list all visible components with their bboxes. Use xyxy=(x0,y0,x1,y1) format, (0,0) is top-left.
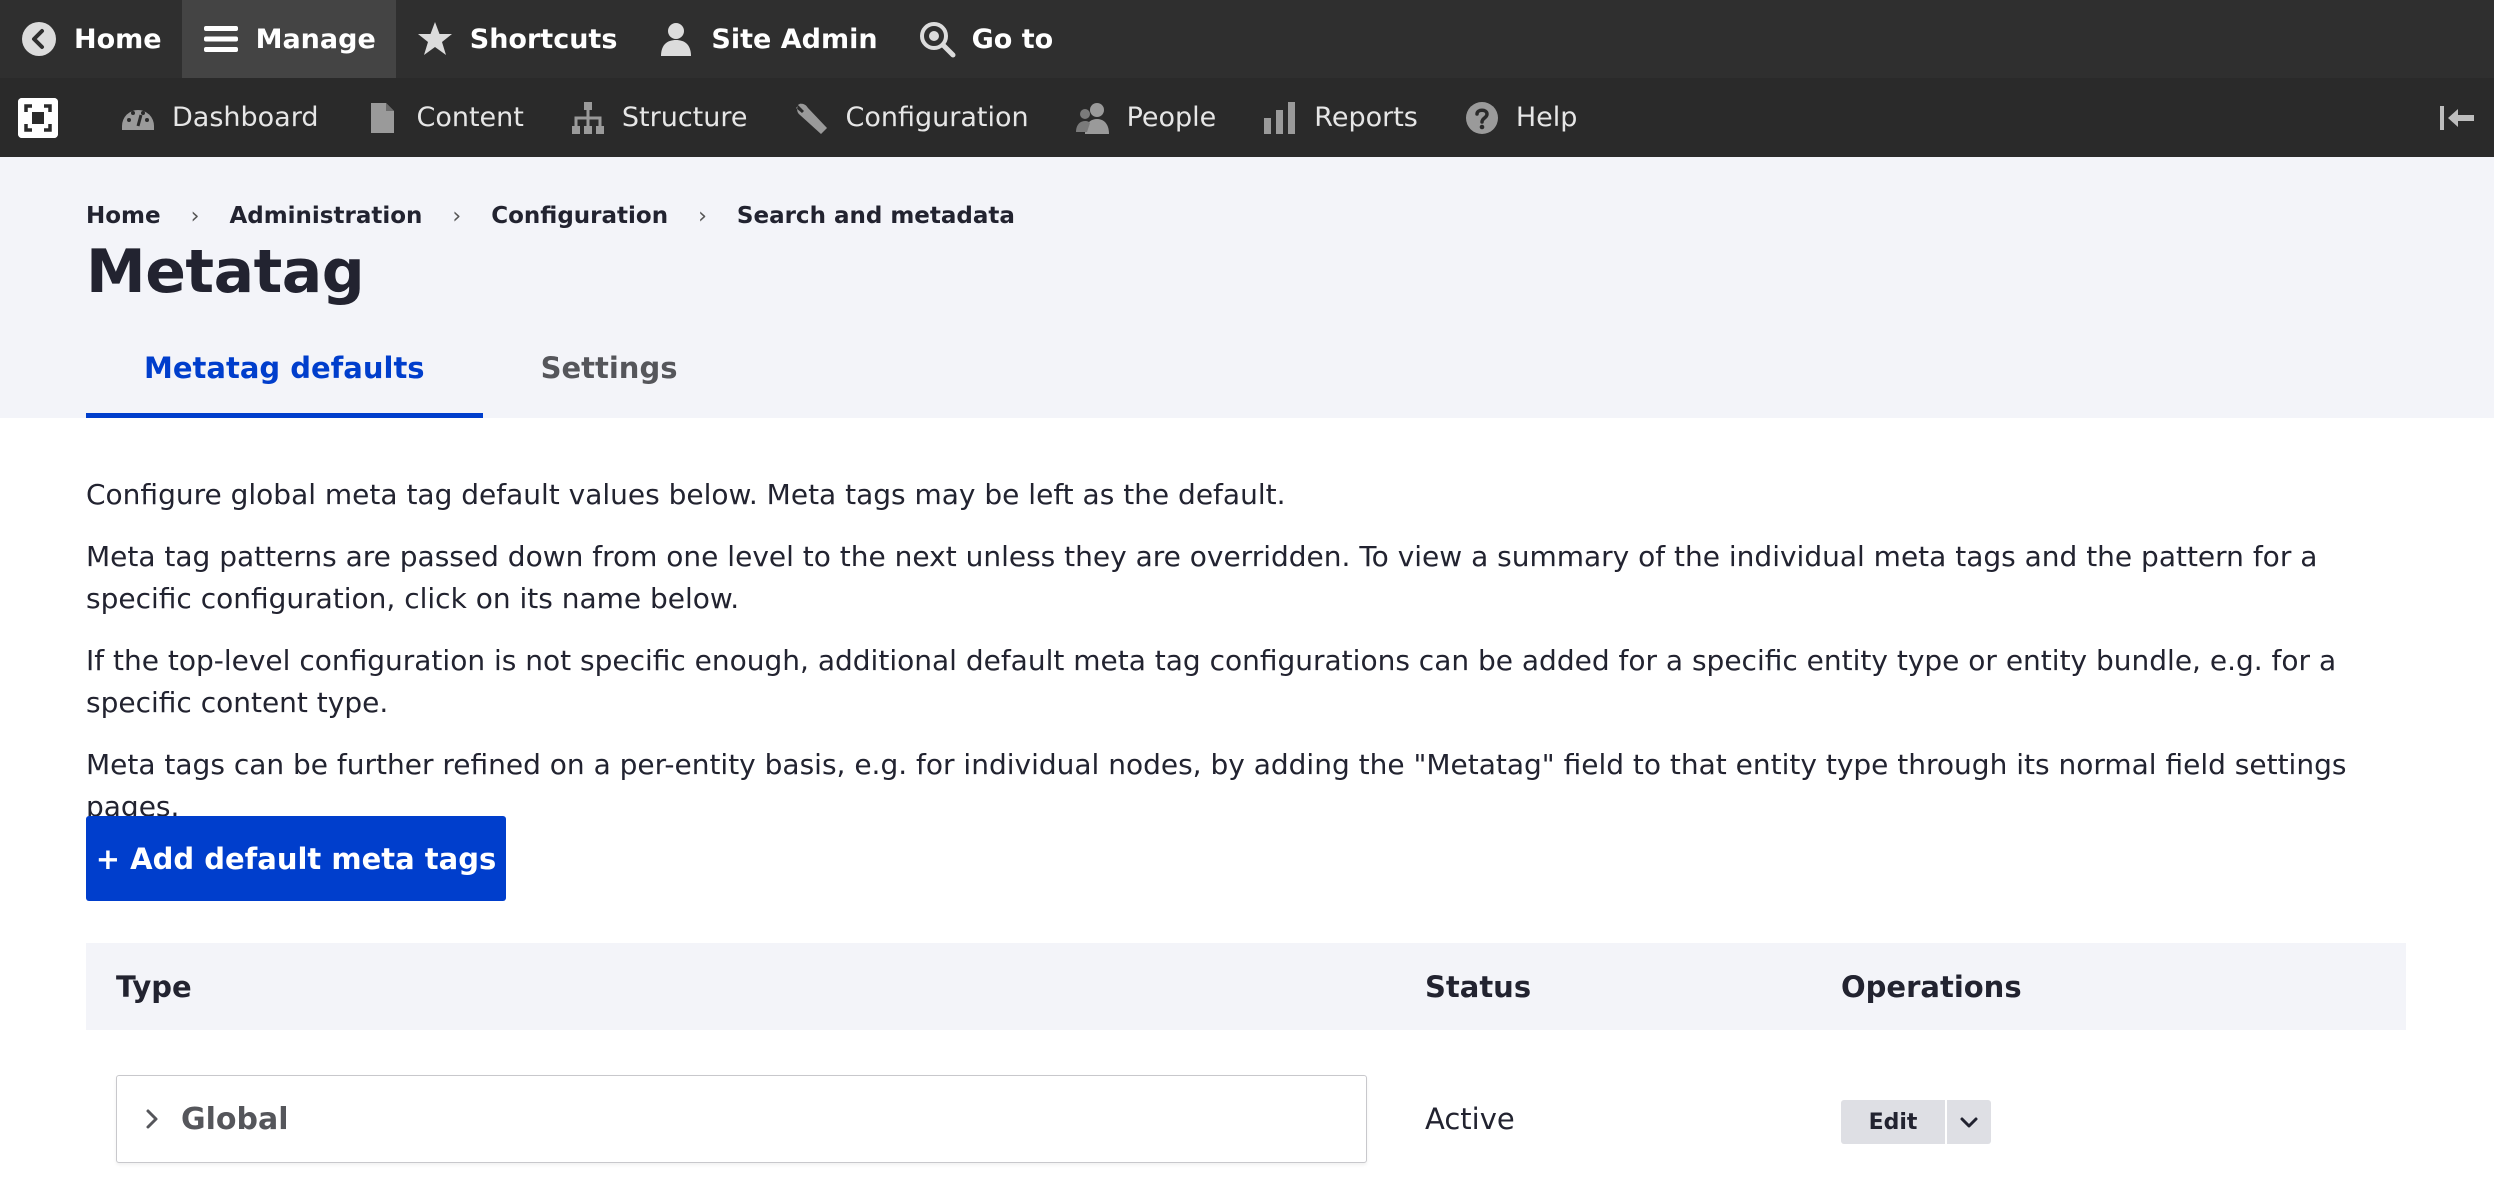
admin-tray: Dashboard Content Structure Configuratio… xyxy=(0,78,2494,157)
tray-item-help-label: Help xyxy=(1515,102,1578,133)
description-paragraph: Meta tag patterns are passed down from o… xyxy=(86,540,2318,615)
tray-item-reports[interactable]: Reports xyxy=(1262,100,1418,136)
admin-toolbar: Home Manage Shortcuts Site Admin Go to xyxy=(0,0,2494,78)
operations-dropbutton: Edit xyxy=(1841,1100,1991,1144)
toolbar-manage-label: Manage xyxy=(255,23,376,55)
tab-metatag-defaults[interactable]: Metatag defaults xyxy=(86,347,483,418)
drupal-logo-icon[interactable] xyxy=(18,97,58,138)
toolbar-goto-label: Go to xyxy=(971,23,1054,55)
tray-item-dashboard[interactable]: Dashboard xyxy=(120,100,318,136)
global-details-toggle[interactable]: Global xyxy=(116,1075,1367,1163)
edit-button[interactable]: Edit xyxy=(1841,1100,1945,1144)
page-title: Metatag xyxy=(86,237,365,307)
chevron-right-icon: › xyxy=(698,203,707,229)
breadcrumb-configuration[interactable]: Configuration xyxy=(491,203,668,229)
tray-item-content-label: Content xyxy=(416,102,524,133)
chevron-right-icon: › xyxy=(190,203,200,229)
page-header: Home › Administration › Configuration › … xyxy=(0,157,2494,418)
breadcrumb: Home › Administration › Configuration › … xyxy=(86,203,1015,229)
toolbar-shortcuts-label: Shortcuts xyxy=(469,23,618,55)
column-header-status: Status xyxy=(1425,969,1532,1004)
toolbar-shortcuts-tab[interactable]: Shortcuts xyxy=(396,0,638,78)
collapse-tray-icon[interactable] xyxy=(2436,96,2480,140)
search-globe-icon xyxy=(918,20,956,58)
structure-hierarchy-icon xyxy=(570,100,606,136)
description-paragraph: If the top-level configuration is not sp… xyxy=(86,644,2337,719)
breadcrumb-home[interactable]: Home xyxy=(86,203,161,229)
primary-tabs: Metatag defaults Settings xyxy=(86,347,735,418)
add-default-meta-tags-button[interactable]: + Add default meta tags xyxy=(86,816,506,901)
tray-item-reports-label: Reports xyxy=(1314,102,1418,133)
tab-settings[interactable]: Settings xyxy=(483,347,736,418)
toolbar-user-tab[interactable]: Site Admin xyxy=(637,0,897,78)
bar-chart-icon xyxy=(1262,100,1298,136)
description-paragraph: Configure global meta tag default values… xyxy=(86,478,1286,511)
document-icon xyxy=(364,100,400,136)
star-icon xyxy=(416,20,454,58)
row-type-label: Global xyxy=(181,1101,289,1137)
description: Configure global meta tag default values… xyxy=(86,474,2406,828)
chevron-down-icon[interactable] xyxy=(1945,1100,1991,1144)
toolbar-user-label: Site Admin xyxy=(711,23,878,55)
tray-item-dashboard-label: Dashboard xyxy=(172,102,319,133)
breadcrumb-administration[interactable]: Administration xyxy=(229,203,422,229)
tray-item-structure[interactable]: Structure xyxy=(570,100,748,136)
row-status: Active xyxy=(1425,1102,1515,1136)
dashboard-gauge-icon xyxy=(120,100,156,136)
toolbar-manage-tab[interactable]: Manage xyxy=(181,0,396,78)
tray-item-content[interactable]: Content xyxy=(364,100,524,136)
column-header-operations: Operations xyxy=(1841,969,2022,1004)
chevron-right-icon: › xyxy=(452,203,462,229)
tray-item-people[interactable]: People xyxy=(1075,100,1217,136)
column-header-type: Type xyxy=(116,969,192,1004)
hamburger-menu-icon xyxy=(202,20,240,58)
toolbar-home-label: Home xyxy=(74,23,162,55)
toolbar-home-link[interactable]: Home xyxy=(0,0,182,78)
chevron-right-icon xyxy=(141,1108,163,1130)
tray-item-structure-label: Structure xyxy=(621,102,748,133)
toolbar-goto-tab[interactable]: Go to xyxy=(898,0,1074,78)
help-icon xyxy=(1464,100,1500,136)
back-circle-icon xyxy=(20,20,58,58)
user-icon xyxy=(657,20,695,58)
table-header: Type Status Operations xyxy=(86,943,2406,1030)
tray-item-people-label: People xyxy=(1126,102,1217,133)
breadcrumb-search-metadata[interactable]: Search and metadata xyxy=(737,203,1015,229)
metatag-defaults-table: Type Status Operations Global Active Edi… xyxy=(86,943,2406,1184)
main-content: Configure global meta tag default values… xyxy=(86,418,2406,1163)
people-icon xyxy=(1075,100,1111,136)
tray-item-help[interactable]: Help xyxy=(1464,100,1578,136)
tray-item-configuration[interactable]: Configuration xyxy=(793,100,1029,136)
wrench-icon xyxy=(793,100,829,136)
table-row: Global Active Edit xyxy=(86,1030,2406,1184)
tray-item-configuration-label: Configuration xyxy=(845,102,1029,133)
